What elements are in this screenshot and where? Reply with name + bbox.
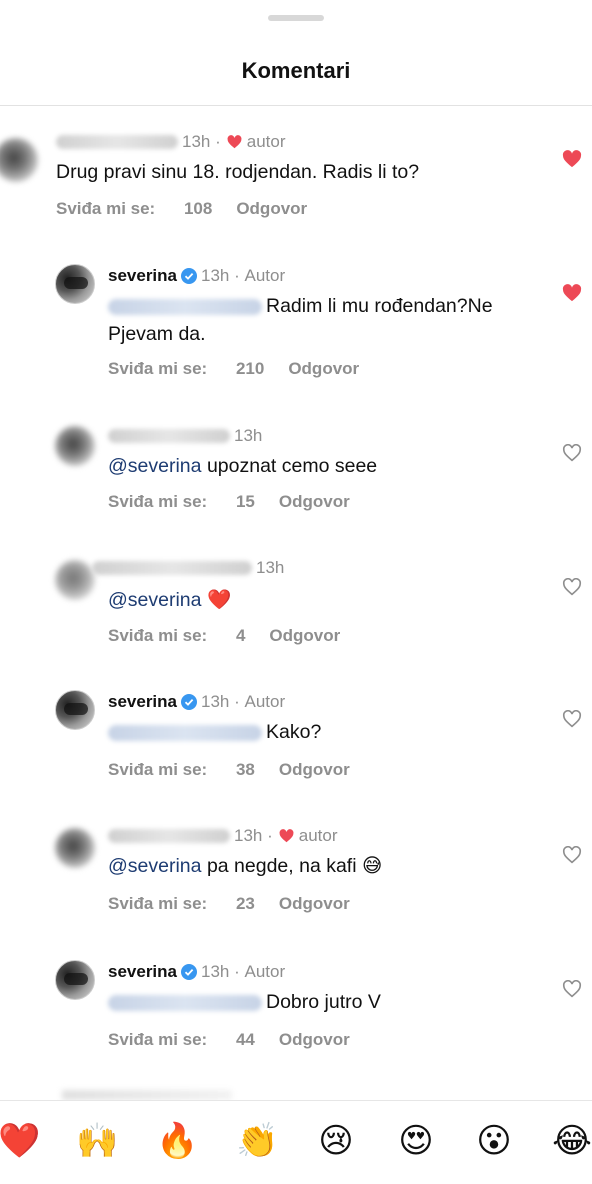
blurred-mention xyxy=(108,298,262,315)
comment-text: Drug pravi sinu 18. rodjendan. Radis li … xyxy=(56,161,420,183)
heart-outline-icon[interactable] xyxy=(562,444,582,462)
likes-count[interactable]: Sviđa mi se: 4 xyxy=(108,626,245,645)
reply-button[interactable]: Odgovor xyxy=(236,199,307,218)
likes-label: Sviđa mi se: xyxy=(108,1030,208,1049)
comment-text: @severina ❤️ xyxy=(108,588,232,611)
likes-value: 108 xyxy=(183,199,213,218)
likes-value: 23 xyxy=(235,894,255,913)
likes-value: 44 xyxy=(235,1030,255,1049)
username[interactable]: severina xyxy=(108,962,177,982)
avatar[interactable] xyxy=(55,264,95,304)
reply-button[interactable]: Odgovor xyxy=(269,626,340,645)
reply-button[interactable]: Odgovor xyxy=(279,760,350,779)
laughing-emoji-button[interactable]: 😂 xyxy=(552,1121,592,1161)
blurred-username xyxy=(56,135,178,149)
likes-value: 38 xyxy=(235,760,255,779)
author-liked-heart-icon xyxy=(227,135,242,149)
likes-label: Sviđa mi se: xyxy=(108,492,208,511)
avatar[interactable] xyxy=(0,138,38,182)
blurred-username xyxy=(108,429,230,443)
page-title: Komentari xyxy=(241,58,351,83)
heart-filled-icon[interactable] xyxy=(562,150,582,168)
likes-count[interactable]: Sviđa mi se: 44 xyxy=(108,1030,255,1049)
verified-badge-icon xyxy=(181,694,197,710)
partially-visible-comment xyxy=(62,1090,232,1100)
comment-time: 13h xyxy=(234,826,263,845)
heart-outline-icon[interactable] xyxy=(562,980,582,998)
raising-hands-emoji-button[interactable]: 🙌 xyxy=(76,1121,118,1161)
likes-label: Sviđa mi se: xyxy=(108,894,208,913)
comment-text: @severina pa negde, na kafi 😅 xyxy=(108,855,383,877)
likes-label: Sviđa mi se: xyxy=(56,199,156,218)
mention-link[interactable]: @severina xyxy=(108,455,202,477)
blurred-username xyxy=(108,829,230,843)
comment-time: 13h xyxy=(201,962,230,981)
avatar[interactable] xyxy=(55,560,95,600)
heart-outline-icon[interactable] xyxy=(562,846,582,864)
reply-button[interactable]: Odgovor xyxy=(279,894,350,913)
author-tag: autor xyxy=(246,132,286,151)
likes-count[interactable]: Sviđa mi se: 38 xyxy=(108,760,255,779)
username[interactable]: severina xyxy=(108,692,177,712)
comment-text: Radim li mu rođendan?Ne Pjevam da. xyxy=(108,295,493,345)
comment-text: Kako? xyxy=(108,718,321,746)
likes-value: 210 xyxy=(235,359,265,378)
reply-button[interactable]: Odgovor xyxy=(279,1030,350,1049)
blurred-mention xyxy=(108,994,262,1011)
username[interactable]: severina xyxy=(108,266,177,286)
reply-button[interactable]: Odgovor xyxy=(288,359,359,378)
avatar[interactable] xyxy=(55,960,95,1000)
crying-emoji-button[interactable]: 😢 xyxy=(316,1121,356,1161)
heart-outline-icon[interactable] xyxy=(562,578,582,596)
author-liked-heart-icon xyxy=(279,829,294,843)
avatar[interactable] xyxy=(55,426,95,466)
comment-time: 13h xyxy=(234,426,263,445)
heart-filled-icon[interactable] xyxy=(562,284,582,302)
comment-time: 13h xyxy=(201,692,230,711)
avatar[interactable] xyxy=(55,828,95,868)
fire-emoji-button[interactable]: 🔥 xyxy=(156,1121,198,1161)
quick-reactions-bar: ❤️ 🙌 🔥 👏 😢 😍 😮 😂 xyxy=(0,1100,592,1184)
heart-eyes-emoji-button[interactable]: 😍 xyxy=(396,1121,436,1161)
blurred-username xyxy=(92,561,252,575)
clapping-emoji-button[interactable]: 👏 xyxy=(236,1121,278,1161)
author-tag: Autor xyxy=(244,266,286,285)
likes-label: Sviđa mi se: xyxy=(108,760,208,779)
author-tag: Autor xyxy=(244,692,286,711)
likes-label: Sviđa mi se: xyxy=(108,359,208,378)
heart-outline-icon[interactable] xyxy=(562,710,582,728)
comment-text: Dobro jutro V xyxy=(108,988,381,1016)
likes-count[interactable]: Sviđa mi se: 15 xyxy=(108,492,255,511)
blurred-mention xyxy=(108,724,262,741)
comment-time: 13h xyxy=(201,266,230,285)
reply-button[interactable]: Odgovor xyxy=(279,492,350,511)
verified-badge-icon xyxy=(181,268,197,284)
likes-count[interactable]: Sviđa mi se: 108 xyxy=(56,199,212,218)
verified-badge-icon xyxy=(181,964,197,980)
mention-link[interactable]: @severina xyxy=(108,589,202,611)
likes-label: Sviđa mi se: xyxy=(108,626,208,645)
likes-value: 4 xyxy=(235,626,246,645)
avatar[interactable] xyxy=(55,690,95,730)
header-divider xyxy=(0,105,592,106)
heart-emoji-button[interactable]: ❤️ xyxy=(0,1121,40,1161)
author-tag: Autor xyxy=(244,962,286,981)
author-tag: autor xyxy=(298,826,338,845)
comment-text: @severina upoznat cemo seee xyxy=(108,455,378,477)
sheet-drag-handle[interactable] xyxy=(268,15,324,21)
comment-time: 13h xyxy=(182,132,211,151)
surprised-emoji-button[interactable]: 😮 xyxy=(474,1121,514,1161)
mention-link[interactable]: @severina xyxy=(108,855,202,877)
likes-count[interactable]: Sviđa mi se: 210 xyxy=(108,359,264,378)
likes-value: 15 xyxy=(235,492,255,511)
likes-count[interactable]: Sviđa mi se: 23 xyxy=(108,894,255,913)
comment-time: 13h xyxy=(256,558,285,577)
